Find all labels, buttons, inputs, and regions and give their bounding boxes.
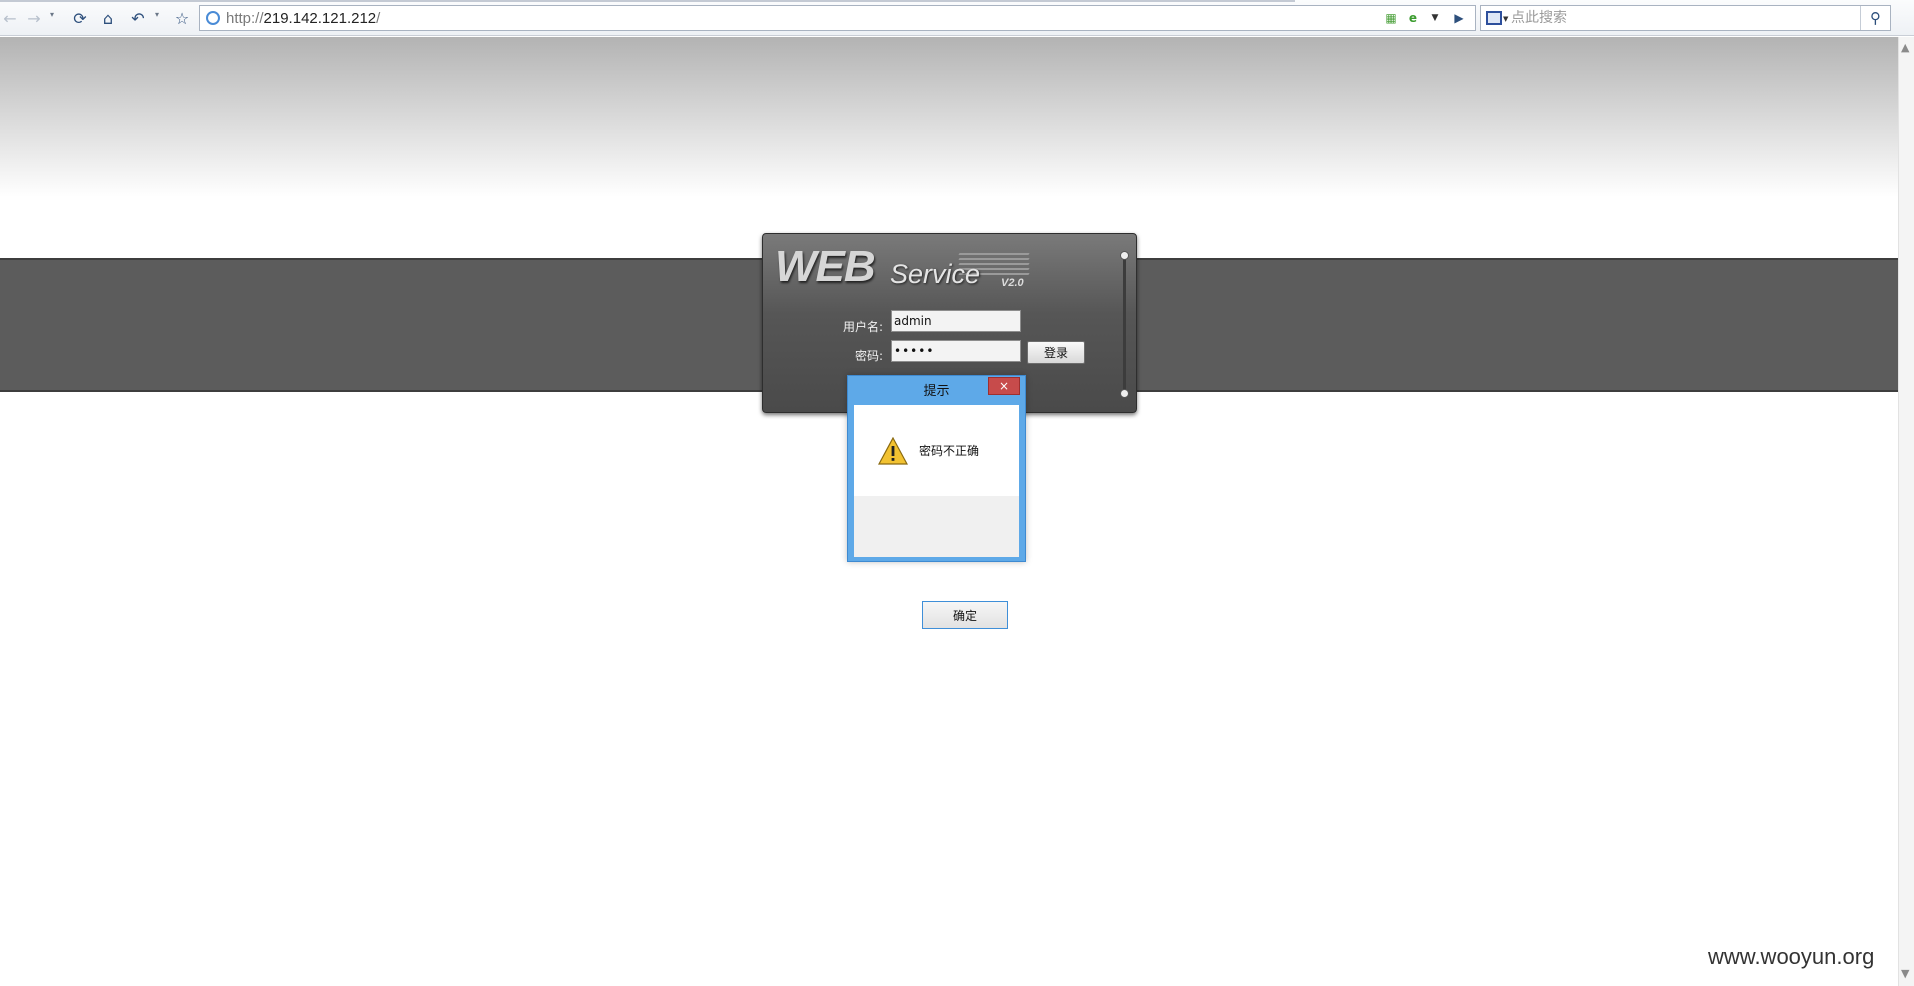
alert-dialog: 提示 × 密码不正确 确定 xyxy=(847,375,1026,629)
undo-close-tab-icon[interactable]: ↶ xyxy=(128,7,148,29)
watermark: www.wooyun.org xyxy=(1708,944,1875,969)
search-engine-dropdown-icon[interactable]: ▼ xyxy=(1503,15,1508,23)
page-globe-icon xyxy=(206,11,220,25)
qrcode-icon[interactable]: ▦ xyxy=(1382,9,1400,27)
panel-rail xyxy=(1123,256,1126,396)
address-dropdown-icon[interactable]: ▼ xyxy=(1426,9,1444,27)
search-input[interactable] xyxy=(1511,8,1846,28)
username-field[interactable] xyxy=(891,310,1021,332)
search-icon[interactable]: ⚲ xyxy=(1860,6,1890,30)
ie-mode-icon[interactable]: e xyxy=(1404,9,1422,27)
back-icon[interactable]: ← xyxy=(2,7,18,29)
header-gradient xyxy=(0,37,1898,197)
refresh-icon[interactable]: ⟳ xyxy=(70,7,90,29)
ok-button[interactable]: 确定 xyxy=(922,601,1008,629)
dialog-body: 密码不正确 确定 xyxy=(854,405,1019,629)
panel-knob-bottom xyxy=(1120,389,1129,398)
logo-version: V2.0 xyxy=(1001,277,1024,289)
dialog-message: 密码不正确 xyxy=(919,444,980,458)
dialog-message-area: 密码不正确 xyxy=(854,405,1019,496)
search-engine-icon[interactable] xyxy=(1486,11,1502,25)
scroll-down-icon[interactable]: ▼ xyxy=(1901,967,1909,980)
dialog-close-button[interactable]: × xyxy=(988,377,1020,395)
logo-web-text: WEB xyxy=(775,242,876,291)
search-box[interactable]: ▼ ⚲ xyxy=(1480,5,1891,31)
password-field[interactable] xyxy=(891,340,1021,362)
login-button[interactable]: 登录 xyxy=(1027,341,1085,364)
password-label: 密码: xyxy=(854,349,883,363)
favorite-star-icon[interactable]: ☆ xyxy=(172,7,192,29)
history-dropdown-icon[interactable]: ▾ xyxy=(50,10,54,19)
undo-dropdown-icon[interactable]: ▾ xyxy=(155,10,159,19)
scroll-up-icon[interactable]: ▲ xyxy=(1901,41,1909,54)
address-url[interactable]: http://219.142.121.212/ xyxy=(226,10,380,27)
home-icon[interactable]: ⌂ xyxy=(98,7,118,29)
logo-service-text: Service xyxy=(890,259,981,289)
username-label: 用户名: xyxy=(842,320,883,334)
dialog-footer: 确定 xyxy=(854,496,1019,629)
go-arrow-icon[interactable]: ▶ xyxy=(1450,9,1468,27)
vertical-scrollbar[interactable]: ▲ ▼ xyxy=(1898,37,1914,986)
tab-strip-line xyxy=(0,0,1295,2)
warning-icon xyxy=(878,437,908,465)
forward-icon[interactable]: → xyxy=(26,7,42,29)
browser-toolbar: ← → ▾ ⟳ ⌂ ↶ ▾ ☆ http://219.142.121.212/ … xyxy=(0,0,1914,36)
panel-knob-top xyxy=(1120,251,1129,260)
address-bar[interactable]: http://219.142.121.212/ ▦ e ▼ ▶ xyxy=(199,5,1476,31)
